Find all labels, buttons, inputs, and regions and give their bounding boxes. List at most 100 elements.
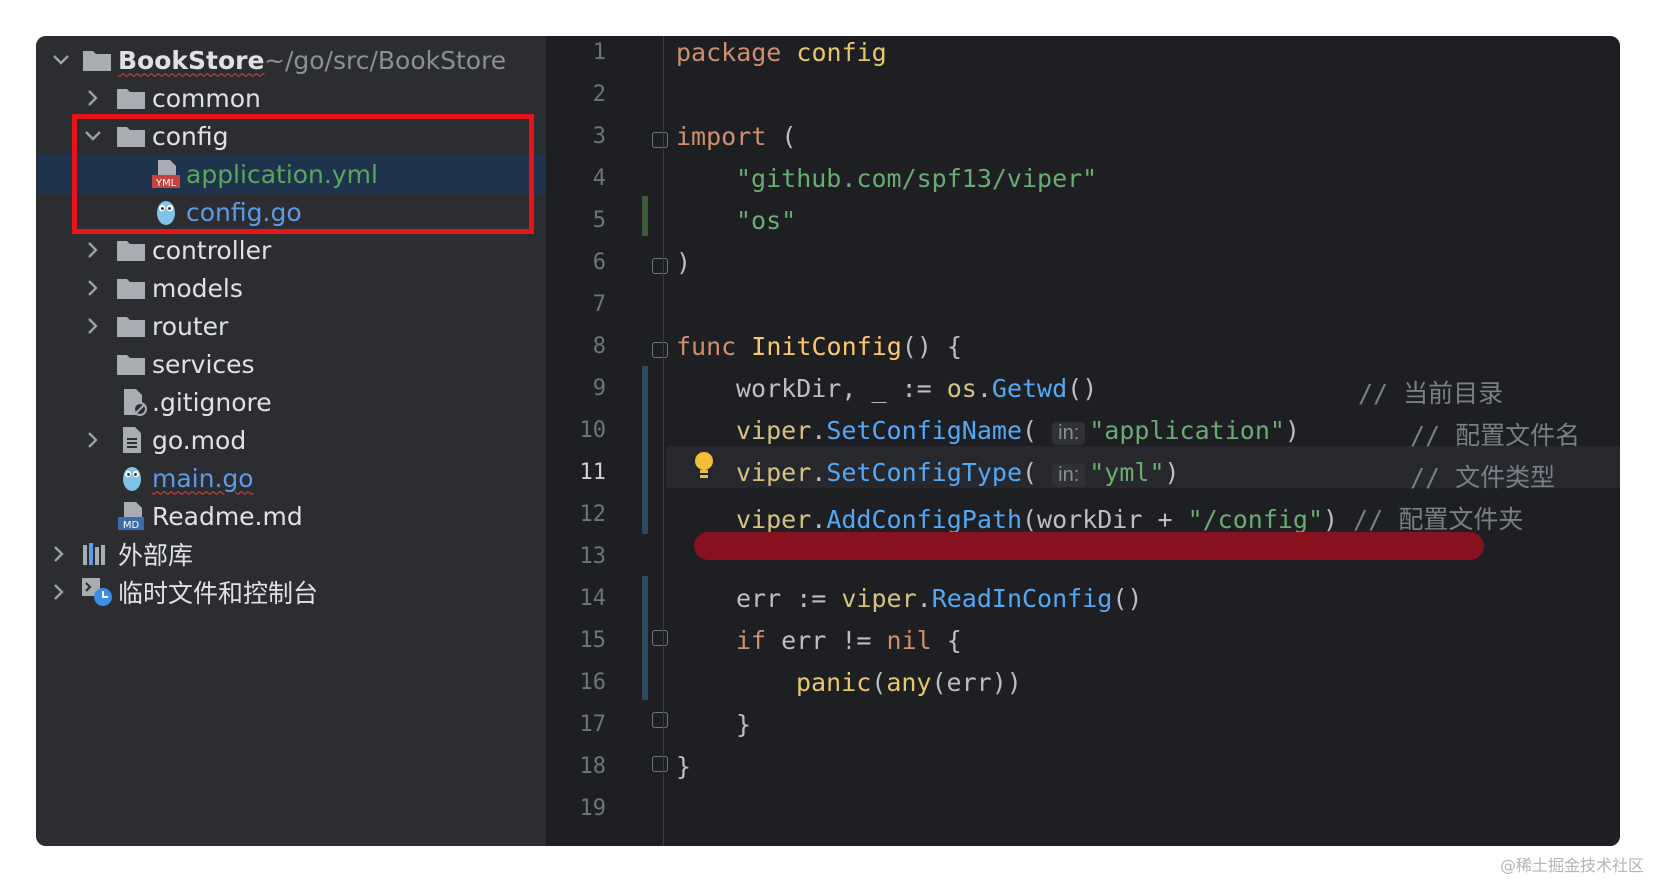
- code-line-3: import (: [676, 122, 797, 151]
- scratch-console-icon: [82, 578, 112, 606]
- ignore-file-icon: [124, 389, 147, 416]
- chevron-right-icon[interactable]: [80, 85, 106, 111]
- fold-icon[interactable]: [652, 756, 668, 772]
- lightbulb-icon[interactable]: [692, 450, 716, 482]
- tree-item-label: router: [152, 311, 229, 341]
- code-line-1: package config: [676, 38, 887, 67]
- line-number: 2: [592, 82, 606, 107]
- tree-item-router[interactable]: router: [36, 306, 546, 346]
- vcs-modified-marker: [642, 366, 648, 534]
- line-number: 4: [592, 166, 606, 191]
- line-number: 17: [579, 712, 607, 737]
- code-line-9: workDir, _ := os.Getwd(): [736, 374, 1098, 403]
- code-comment: // 配置文件名: [1410, 421, 1581, 450]
- line-number-current: 11: [579, 460, 607, 485]
- line-number: 15: [579, 628, 607, 653]
- folder-icon: [117, 241, 145, 261]
- tree-item-label: Readme.md: [152, 501, 303, 531]
- line-number: 10: [579, 418, 607, 443]
- ide-window: BookStore ~/go/src/BookStore common conf…: [36, 36, 1620, 846]
- fold-icon[interactable]: [652, 132, 668, 148]
- line-number: 7: [592, 292, 606, 317]
- tree-root[interactable]: BookStore ~/go/src/BookStore: [36, 40, 546, 80]
- line-number: 5: [592, 208, 606, 233]
- folder-icon: [117, 317, 145, 337]
- code-comment: // 文件类型: [1410, 463, 1556, 492]
- line-number: 12: [579, 502, 607, 527]
- vcs-added-marker: [642, 196, 648, 236]
- svg-text:MD: MD: [123, 520, 140, 531]
- tree-item-label: go.mod: [152, 425, 247, 455]
- chevron-right-icon[interactable]: [80, 237, 106, 263]
- code-line-6: ): [676, 248, 692, 277]
- fold-icon[interactable]: [652, 712, 668, 728]
- folder-icon: [117, 355, 145, 375]
- tree-item-label: 外部库: [118, 541, 194, 570]
- line-number: 3: [592, 124, 606, 149]
- chevron-right-icon[interactable]: [46, 579, 72, 605]
- tree-item-models[interactable]: models: [36, 268, 546, 308]
- tree-item-go-mod[interactable]: go.mod: [36, 420, 546, 460]
- redacted-bar: [694, 532, 1484, 560]
- code-line-15: if err != nil {: [736, 626, 962, 655]
- gutter-divider: [663, 36, 664, 846]
- code-line-17: }: [736, 710, 752, 739]
- tree-item-label: main.go: [152, 463, 254, 493]
- mod-file-icon: [123, 427, 141, 453]
- chevron-right-icon[interactable]: [80, 313, 106, 339]
- folder-icon: [83, 51, 111, 71]
- vcs-modified-marker: [642, 576, 648, 700]
- tree-item-controller[interactable]: controller: [36, 230, 546, 270]
- highlight-box: [72, 114, 534, 234]
- code-line-5: "os": [736, 206, 797, 235]
- line-number: 6: [592, 250, 606, 275]
- code-editor[interactable]: 1 2 3 4 5 6 7 8 9 10 11 12 13 14 15 16 1…: [546, 36, 1620, 846]
- line-number: 1: [592, 40, 606, 65]
- folder-icon: [117, 89, 145, 109]
- chevron-right-icon[interactable]: [80, 427, 106, 453]
- library-icon: [83, 543, 105, 565]
- code-line-4: "github.com/spf13/viper": [736, 164, 1098, 193]
- root-path: ~/go/src/BookStore: [264, 45, 507, 75]
- code-line-10: viper.SetConfigName( in: "application"): [736, 416, 1300, 445]
- param-hint: in:: [1052, 464, 1086, 487]
- code-line-11: viper.SetConfigType( in: "yml"): [736, 458, 1180, 487]
- code-line-18: }: [676, 752, 692, 781]
- line-number: 18: [579, 754, 607, 779]
- folder-icon: [117, 279, 145, 299]
- tree-item-label: 临时文件和控制台: [118, 579, 319, 608]
- tree-item-label: services: [152, 349, 255, 379]
- param-hint: in:: [1052, 422, 1086, 445]
- tree-item-label: controller: [152, 235, 272, 265]
- tree-item-label: .gitignore: [152, 387, 272, 417]
- chevron-right-icon[interactable]: [46, 541, 72, 567]
- chevron-down-icon[interactable]: [48, 47, 74, 73]
- tree-item-services[interactable]: services: [36, 344, 546, 384]
- tree-item-common[interactable]: common: [36, 78, 546, 118]
- tree-item-scratches[interactable]: 临时文件和控制台: [36, 572, 546, 612]
- code-line-8: func InitConfig() {: [676, 332, 963, 361]
- gopher-icon: [123, 467, 141, 491]
- code-comment: // 当前目录: [1358, 379, 1504, 408]
- tree-item-external-libraries[interactable]: 外部库: [36, 534, 546, 574]
- tree-item-label: common: [152, 83, 261, 113]
- code-line-12: viper.AddConfigPath(workDir + "/config")…: [736, 505, 1524, 534]
- code-line-14: err := viper.ReadInConfig(): [736, 584, 1143, 613]
- fold-icon[interactable]: [652, 258, 668, 274]
- line-number: 8: [592, 334, 606, 359]
- watermark: @稀土掘金技术社区: [1499, 856, 1644, 875]
- line-number: 14: [579, 586, 607, 611]
- chevron-right-icon[interactable]: [80, 275, 106, 301]
- tree-item-main-go[interactable]: main.go: [36, 458, 546, 498]
- md-file-icon: MD: [118, 502, 144, 531]
- tree-item-readme-md[interactable]: MD Readme.md: [36, 496, 546, 536]
- code-line-16: panic(any(err)): [796, 668, 1022, 697]
- line-number: 19: [579, 796, 607, 821]
- tree-item-gitignore[interactable]: .gitignore: [36, 382, 546, 422]
- fold-icon[interactable]: [652, 630, 668, 646]
- line-number: 9: [592, 376, 606, 401]
- line-number: 13: [579, 544, 607, 569]
- root-name: BookStore: [118, 45, 265, 75]
- line-number: 16: [579, 670, 607, 695]
- fold-icon[interactable]: [652, 342, 668, 358]
